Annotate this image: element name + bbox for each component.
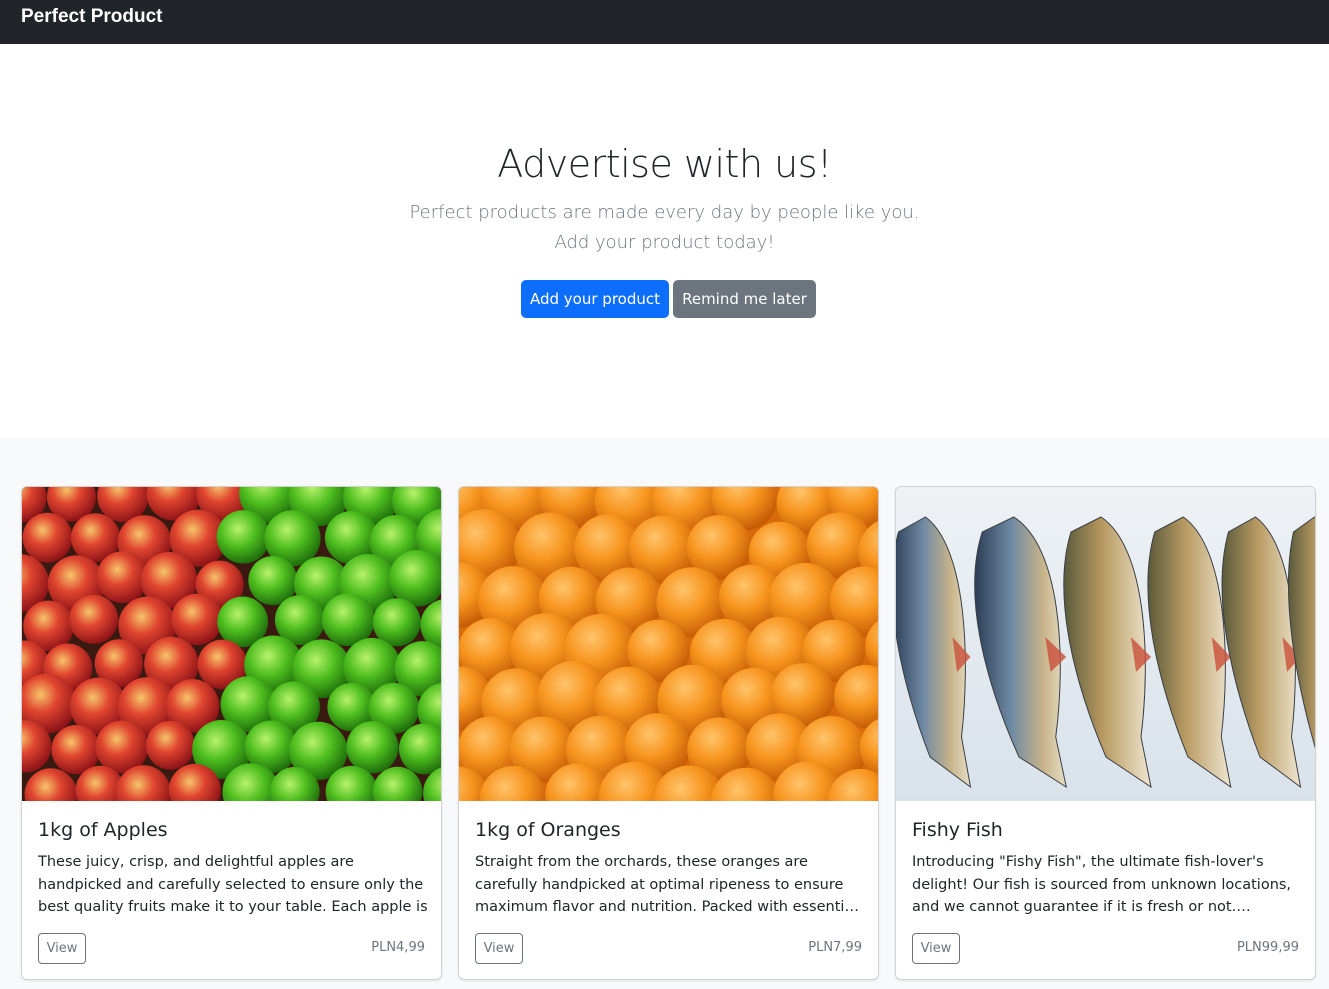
green-apple xyxy=(321,593,375,647)
product-card-fish: Fishy Fish Introducing "Fishy Fish", the… xyxy=(895,486,1316,980)
red-apple xyxy=(51,725,101,775)
product-price: PLN7,99 xyxy=(808,940,862,955)
green-apple xyxy=(346,721,399,774)
red-apple xyxy=(22,512,73,563)
red-apple xyxy=(145,720,195,770)
hero-section: Advertise with us! Perfect products are … xyxy=(0,44,1329,438)
hero-title: Advertise with us! xyxy=(497,142,832,186)
product-description: Straight from the orchards, these orange… xyxy=(475,854,858,915)
navbar: Perfect Product xyxy=(0,0,1329,44)
product-title: 1kg of Oranges xyxy=(475,819,621,841)
product-title: Fishy Fish xyxy=(912,819,1003,841)
hero-lead-line-2: Add your product today! xyxy=(554,232,775,253)
red-apple xyxy=(69,594,119,644)
hero-lead-line-1: Perfect products are made every day by p… xyxy=(409,202,920,223)
fish-photo[interactable] xyxy=(896,487,1315,801)
view-button[interactable]: View xyxy=(912,933,960,964)
product-card-oranges: 1kg of Oranges Straight from the orchard… xyxy=(458,486,879,980)
green-apple xyxy=(216,510,271,564)
red-apple xyxy=(96,551,149,604)
add-product-button[interactable]: Add your product xyxy=(521,280,669,318)
red-apple xyxy=(171,593,223,646)
remind-later-button[interactable]: Remind me later xyxy=(673,280,816,318)
view-button[interactable]: View xyxy=(475,933,523,964)
product-description: These juicy, crisp, and delightful apple… xyxy=(38,854,428,915)
brand-link[interactable]: Perfect Product xyxy=(21,6,162,28)
product-album: 1kg of Apples These juicy, crisp, and de… xyxy=(0,438,1329,989)
product-description: Introducing "Fishy Fish", the ultimate f… xyxy=(912,854,1292,915)
hero-button-row: Add your product Remind me later xyxy=(0,280,1329,318)
product-price: PLN99,99 xyxy=(1236,940,1299,955)
product-price: PLN4,99 xyxy=(371,940,425,955)
oranges-photo[interactable] xyxy=(459,487,878,801)
product-title: 1kg of Apples xyxy=(38,819,168,841)
apples-photo[interactable] xyxy=(22,487,441,801)
view-button[interactable]: View xyxy=(38,933,86,964)
product-card-apples: 1kg of Apples These juicy, crisp, and de… xyxy=(21,486,442,980)
